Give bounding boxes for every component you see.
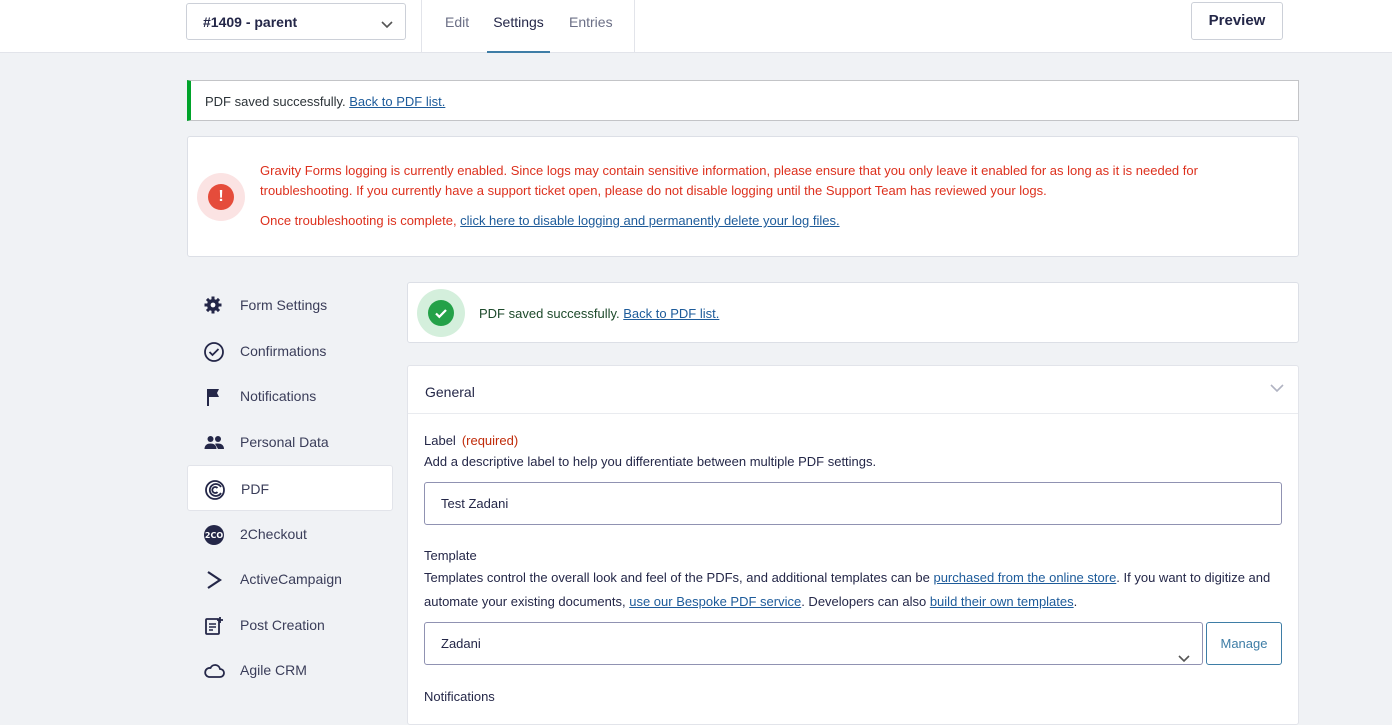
sidebar-item-label: Confirmations (240, 343, 327, 359)
cloud-icon (203, 660, 225, 682)
template-desc-text: . Developers can also (801, 594, 930, 609)
sidebar-item-notifications[interactable]: Notifications (187, 373, 393, 419)
label-field-label: Label (required) (424, 433, 518, 448)
logging-notice-line3: Once troubleshooting is complete, (260, 213, 461, 228)
sidebar-item-label: 2Checkout (240, 526, 307, 542)
2checkout-badge-text: 2CO (205, 531, 223, 540)
chevron-down-icon (381, 16, 393, 32)
required-marker: (required) (461, 433, 519, 448)
success-text: PDF saved successfully. Back to PDF list… (479, 306, 719, 321)
logging-notice: ! Gravity Forms logging is currently ena… (187, 136, 1299, 257)
manage-templates-button[interactable]: Manage (1206, 622, 1282, 665)
back-to-pdf-list-link[interactable]: Back to PDF list. (623, 306, 719, 321)
success-message: PDF saved successfully. (479, 306, 624, 321)
sidebar-item-agile-crm[interactable]: Agile CRM (187, 647, 393, 693)
online-store-link[interactable]: purchased from the online store (933, 570, 1116, 585)
top-bar: #1409 - parent Edit Settings Entries Pre… (0, 0, 1392, 53)
notice-text: PDF saved successfully. (205, 94, 350, 109)
build-own-templates-link[interactable]: build their own templates (930, 594, 1074, 609)
pdf-saved-success-box: PDF saved successfully. Back to PDF list… (407, 282, 1299, 343)
logging-notice-text: Gravity Forms logging is currently enabl… (260, 161, 1260, 231)
sidebar-item-label: Form Settings (240, 297, 328, 313)
2checkout-icon: 2CO (203, 524, 225, 546)
sidebar-item-label: PDF (241, 481, 269, 497)
success-check-icon (417, 289, 465, 337)
notifications-field-label: Notifications (424, 689, 495, 704)
bespoke-pdf-service-link[interactable]: use our Bespoke PDF service (629, 594, 801, 609)
template-field-label: Template (424, 548, 477, 563)
template-desc-text: Templates control the overall look and f… (424, 570, 934, 585)
pdf-saved-notice: PDF saved successfully. Back to PDF list… (187, 80, 1299, 121)
template-desc-text: . (1073, 594, 1078, 609)
logging-notice-strong: If you currently have a support ticket o… (356, 183, 1047, 198)
general-panel: General Label (required) Add a descriptiv… (407, 365, 1299, 725)
template-select-value: Zadani (441, 636, 481, 651)
gear-icon (203, 295, 225, 317)
label-input[interactable]: Test Zadani (424, 482, 1282, 525)
general-panel-header[interactable]: General (408, 366, 1298, 414)
tab-settings[interactable]: Settings (487, 14, 550, 53)
chevron-down-icon (1178, 638, 1190, 679)
post-creation-icon (203, 615, 225, 637)
alert-icon: ! (197, 173, 245, 221)
disable-logging-link[interactable]: click here to disable logging and perman… (460, 213, 839, 228)
flag-icon (203, 386, 225, 408)
template-field-description: Templates control the overall look and f… (424, 566, 1284, 614)
sidebar-item-label: Agile CRM (240, 662, 307, 678)
sidebar-item-pdf[interactable]: PDF (187, 465, 393, 511)
tab-edit[interactable]: Edit (445, 14, 469, 53)
sidebar-item-label: Notifications (240, 388, 317, 404)
label-field-description: Add a descriptive label to help you diff… (424, 454, 877, 469)
preview-button[interactable]: Preview (1191, 2, 1283, 40)
pdf-logo-icon (204, 479, 226, 501)
sidebar-item-label: Post Creation (240, 617, 325, 633)
sidebar-item-2checkout[interactable]: 2CO 2Checkout (187, 511, 393, 557)
sidebar-item-personal-data[interactable]: Personal Data (187, 419, 393, 465)
sidebar-item-confirmations[interactable]: Confirmations (187, 328, 393, 374)
sidebar-item-form-settings[interactable]: Form Settings (187, 282, 393, 328)
chevron-down-icon[interactable] (1270, 380, 1284, 398)
users-icon (203, 432, 225, 454)
sidebar-item-label: ActiveCampaign (240, 571, 342, 587)
template-select[interactable]: Zadani (424, 622, 1203, 665)
panel-title: General (425, 384, 475, 400)
label-field-title: Label (424, 433, 456, 448)
form-selector-value: #1409 - parent (203, 14, 298, 30)
check-circle-icon (203, 341, 225, 363)
back-to-pdf-list-link[interactable]: Back to PDF list. (349, 94, 445, 109)
activecampaign-icon (203, 569, 225, 591)
divider (634, 0, 635, 53)
sidebar-item-post-creation[interactable]: Post Creation (187, 602, 393, 648)
form-selector[interactable]: #1409 - parent (186, 3, 406, 40)
sidebar-item-label: Personal Data (240, 434, 329, 450)
sidebar-item-activecampaign[interactable]: ActiveCampaign (187, 556, 393, 602)
divider (421, 0, 422, 53)
tab-entries[interactable]: Entries (569, 14, 613, 53)
